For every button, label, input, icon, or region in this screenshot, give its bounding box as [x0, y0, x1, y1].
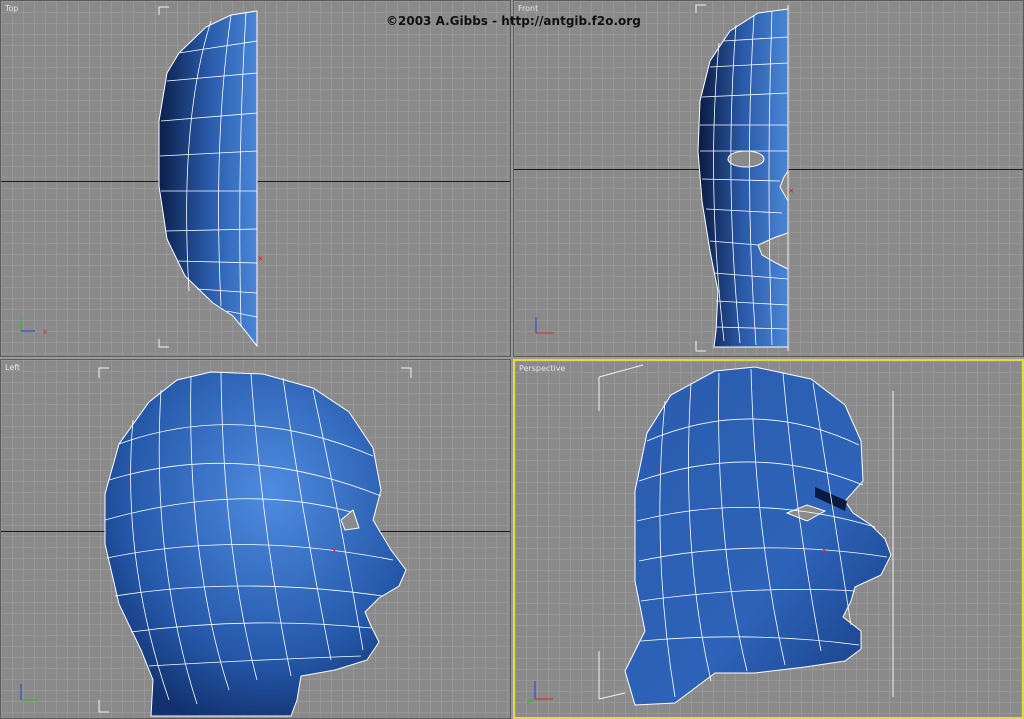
head-mesh-front[interactable]: × [514, 1, 1024, 357]
viewport-perspective[interactable]: Perspective × [513, 359, 1024, 719]
axis-gizmo-icon [20, 684, 37, 701]
viewport-front[interactable]: Front × [513, 0, 1024, 357]
axis-gizmo-icon [535, 317, 554, 334]
viewport-left[interactable]: Left × [0, 359, 511, 719]
axis-gizmo-icon [526, 681, 553, 704]
viewport-label-top[interactable]: Top [5, 4, 19, 13]
viewport-top[interactable]: Top × x [0, 0, 511, 357]
copyright-credit: ©2003 A.Gibbs - http://antgib.f2o.org [386, 14, 641, 28]
svg-text:×: × [788, 186, 795, 195]
svg-text:x: x [43, 328, 47, 336]
viewport-label-perspective[interactable]: Perspective [519, 364, 565, 373]
head-mesh-top[interactable]: × [1, 1, 511, 357]
head-mesh-left[interactable]: × [1, 360, 511, 719]
svg-text:×: × [257, 254, 264, 263]
viewport-label-front[interactable]: Front [518, 4, 538, 13]
svg-text:×: × [331, 546, 338, 555]
svg-text:×: × [821, 546, 828, 555]
head-mesh-perspective[interactable]: × [515, 361, 1022, 717]
axis-gizmo-icon: x [20, 317, 47, 336]
viewport-label-left[interactable]: Left [5, 363, 20, 372]
